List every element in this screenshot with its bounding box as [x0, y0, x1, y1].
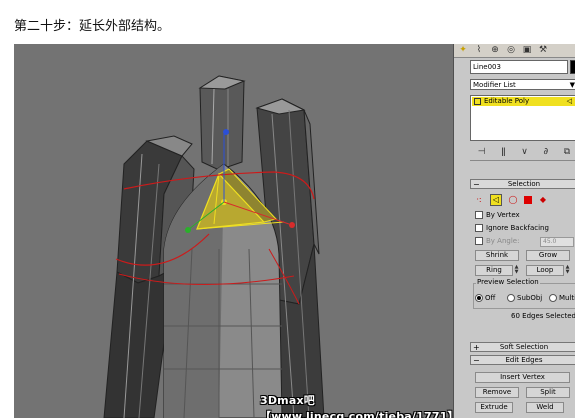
create-tab-icon[interactable]: ✦ [456, 44, 470, 56]
loop-button[interactable]: Loop [526, 265, 564, 276]
command-panel: ✦ ⌇ ⊕ ◎ ▣ ⚒ Line003 Modifier List ▼ Edit… [453, 44, 575, 418]
modifier-stack[interactable]: Editable Poly ◁ [470, 95, 575, 141]
expand-icon[interactable] [474, 97, 481, 105]
hierarchy-tab-icon[interactable]: ⊕ [488, 44, 502, 56]
by-angle-label: By Angle: [486, 237, 520, 245]
object-name-field[interactable]: Line003 [470, 60, 568, 74]
command-panel-tabs: ✦ ⌇ ⊕ ◎ ▣ ⚒ [454, 44, 575, 58]
angle-spinner-field[interactable]: 45.0 [540, 237, 574, 247]
grow-button[interactable]: Grow [526, 250, 570, 261]
shrink-button[interactable]: Shrink [475, 250, 519, 261]
selection-rollout-header[interactable]: − Selection [470, 179, 575, 189]
display-tab-icon[interactable]: ▣ [520, 44, 534, 56]
chevron-down-icon: ▼ [569, 81, 575, 89]
show-end-result-icon[interactable]: ǁ [501, 147, 505, 157]
loop-spinner-icon[interactable]: ▲ ▼ [565, 265, 570, 276]
checkbox-box [475, 237, 483, 245]
modifier-list-label: Modifier List [473, 81, 516, 89]
border-icon[interactable]: ◯ [508, 195, 518, 205]
mesh-model-render [103, 75, 325, 418]
preview-off-radio[interactable]: Off [475, 294, 495, 302]
expand-icon: + [473, 343, 480, 352]
selection-status: 60 Edges Selected [511, 312, 575, 320]
soft-selection-title: Soft Selection [499, 343, 549, 351]
make-unique-icon[interactable]: ∨ [521, 147, 528, 157]
element-icon[interactable]: ◆ [538, 195, 548, 205]
by-vertex-label: By Vertex [486, 211, 520, 219]
subobject-edge-icon: ◁ [566, 97, 572, 105]
motion-tab-icon[interactable]: ◎ [504, 44, 518, 56]
pin-stack-icon[interactable]: ⊣ [478, 147, 486, 157]
stack-item-label: Editable Poly [484, 97, 530, 105]
remove-button[interactable]: Remove [475, 387, 519, 398]
weld-button[interactable]: Weld [526, 402, 564, 413]
preview-multi-radio[interactable]: Multi [549, 294, 575, 302]
insert-vertex-button[interactable]: Insert Vertex [475, 372, 570, 383]
object-color-swatch[interactable] [570, 60, 575, 74]
subobj-label: SubObj [517, 294, 543, 302]
subobject-level-icons: ·: ◁ ◯ ◆ [474, 193, 574, 207]
perspective-viewport[interactable]: 3Dmax吧 【www.linecg.com/tieba/1771】 [14, 44, 459, 418]
stack-toolbar: ⊣ ǁ ∨ ∂ ⧉ [470, 144, 575, 161]
collapse-icon: − [473, 180, 480, 189]
soft-selection-rollout-header[interactable]: + Soft Selection [470, 342, 575, 352]
multi-label: Multi [559, 294, 575, 302]
utilities-tab-icon[interactable]: ⚒ [536, 44, 550, 56]
by-angle-checkbox[interactable]: By Angle: [475, 237, 519, 245]
radio-dot [507, 294, 515, 302]
modify-tab-icon[interactable]: ⌇ [472, 44, 486, 56]
polygon-icon[interactable] [524, 196, 532, 204]
checkbox-box [475, 211, 483, 219]
radio-dot [549, 294, 557, 302]
ignore-backfacing-label: Ignore Backfacing [486, 224, 549, 232]
remove-modifier-icon[interactable]: ∂ [543, 147, 548, 157]
step-caption: 第二十步：延长外部结构。 [14, 19, 171, 34]
ring-button[interactable]: Ring [475, 265, 513, 276]
checkbox-box [475, 224, 483, 232]
watermark-text: 3Dmax吧 【www.linecg.com/tieba/1771】 [260, 394, 459, 418]
ring-spinner-icon[interactable]: ▲ ▼ [514, 265, 519, 276]
split-button[interactable]: Split [526, 387, 570, 398]
edit-edges-title: Edit Edges [505, 356, 543, 364]
radio-dot [475, 294, 483, 302]
edge-icon[interactable]: ◁ [490, 194, 502, 206]
preview-selection-title: Preview Selection [476, 278, 540, 286]
collapse-icon: − [473, 356, 480, 365]
off-label: Off [485, 294, 496, 302]
stack-item-editable-poly[interactable]: Editable Poly ◁ [472, 97, 575, 106]
by-vertex-checkbox[interactable]: By Vertex [475, 211, 520, 219]
ignore-backfacing-checkbox[interactable]: Ignore Backfacing [475, 224, 549, 232]
configure-modifier-sets-icon[interactable]: ⧉ [564, 147, 570, 157]
vertex-icon[interactable]: ·: [474, 195, 484, 205]
selection-title: Selection [507, 180, 541, 188]
3dsmax-window: 3Dmax吧 【www.linecg.com/tieba/1771】 ✦ ⌇ ⊕… [14, 44, 575, 418]
extrude-button[interactable]: Extrude [475, 402, 513, 413]
modifier-list-dropdown[interactable]: Modifier List ▼ [470, 79, 575, 90]
edit-edges-rollout-header[interactable]: − Edit Edges [470, 355, 575, 365]
preview-subobj-radio[interactable]: SubObj [507, 294, 542, 302]
